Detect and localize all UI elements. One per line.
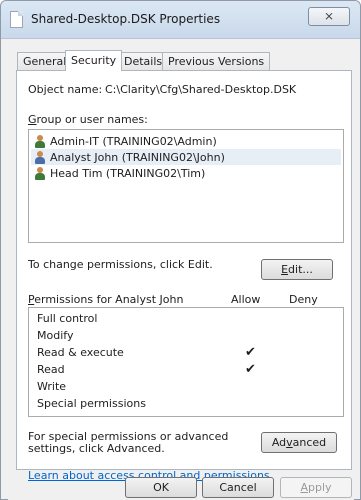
permission-row: Special permissions <box>37 397 337 413</box>
tab-previous-versions[interactable]: Previous Versions <box>162 52 271 70</box>
permission-name: Special permissions <box>37 397 146 410</box>
tab-security[interactable]: Security <box>65 50 123 71</box>
object-name-value: C:\Clarity\Cfg\Shared-Desktop.DSK <box>105 83 297 96</box>
advanced-label-pre: Ad <box>271 436 287 449</box>
apply-accesskey: A <box>300 481 308 494</box>
permission-row: Modify <box>37 329 337 345</box>
user-icon <box>35 134 45 148</box>
advanced-button[interactable]: Advanced <box>261 432 337 453</box>
user-name: Admin-IT (TRAINING02\Admin) <box>50 134 217 148</box>
permission-name: Full control <box>37 312 98 325</box>
apply-button[interactable]: Apply <box>280 477 352 498</box>
user-list[interactable]: Admin-IT (TRAINING02\Admin) Analyst John… <box>28 129 344 243</box>
window-title: Shared-Desktop.DSK Properties <box>31 12 221 26</box>
permission-name: Modify <box>37 329 74 342</box>
edit-button[interactable]: Edit... <box>261 259 333 280</box>
allow-check-icon: ✔ <box>245 362 256 377</box>
security-panel: Object name: C:\Clarity\Cfg\Shared-Deskt… <box>16 70 352 482</box>
change-permissions-text: To change permissions, click Edit. <box>28 258 213 271</box>
allow-column-header: Allow <box>231 293 261 306</box>
permission-row: Full control <box>37 312 337 328</box>
permissions-list[interactable]: Full control Modify Read & execute ✔ Rea… <box>28 307 344 417</box>
tab-details[interactable]: Details <box>118 52 169 70</box>
permission-name: Read & execute <box>37 346 124 359</box>
user-icon <box>35 166 45 180</box>
close-button[interactable]: ⨯ <box>308 7 350 26</box>
edit-label: dit... <box>288 263 313 276</box>
user-icon <box>35 150 45 164</box>
permissions-label-text: ermissions for Analyst John <box>34 293 184 306</box>
apply-label: pply <box>308 481 332 494</box>
permission-row: Read & execute ✔ <box>37 345 337 362</box>
edit-accesskey: E <box>281 263 289 276</box>
permission-row: Write <box>37 380 337 396</box>
group-label-accesskey: G <box>28 113 37 126</box>
permissions-label: Permissions for Analyst John <box>28 293 183 306</box>
group-label-text: roup or user names: <box>36 113 148 126</box>
cancel-button[interactable]: Cancel <box>202 477 274 498</box>
advanced-label-post: anced <box>292 436 327 449</box>
properties-dialog: Shared-Desktop.DSK Properties ⨯ General … <box>0 0 361 500</box>
user-name: Analyst John (TRAINING02\John) <box>50 150 225 164</box>
title-bar[interactable]: Shared-Desktop.DSK Properties ⨯ <box>1 1 360 39</box>
user-row-tim[interactable]: Head Tim (TRAINING02\Tim) <box>31 165 341 181</box>
permission-name: Read <box>37 363 65 376</box>
object-name-label: Object name: <box>28 83 103 96</box>
user-row-john[interactable]: Analyst John (TRAINING02\John) <box>31 149 341 165</box>
permission-name: Write <box>37 380 67 393</box>
document-icon <box>10 11 23 28</box>
user-row-admin[interactable]: Admin-IT (TRAINING02\Admin) <box>31 133 341 149</box>
ok-button[interactable]: OK <box>125 477 197 498</box>
group-names-label: Group or user names: <box>28 113 148 126</box>
special-permissions-text: For special permissions or advanced sett… <box>28 430 229 455</box>
user-name: Head Tim (TRAINING02\Tim) <box>50 166 206 180</box>
permission-row: Read ✔ <box>37 362 337 379</box>
allow-check-icon: ✔ <box>245 345 256 360</box>
dialog-client-area: General Security Details Previous Versio… <box>8 40 354 500</box>
deny-column-header: Deny <box>289 293 318 306</box>
